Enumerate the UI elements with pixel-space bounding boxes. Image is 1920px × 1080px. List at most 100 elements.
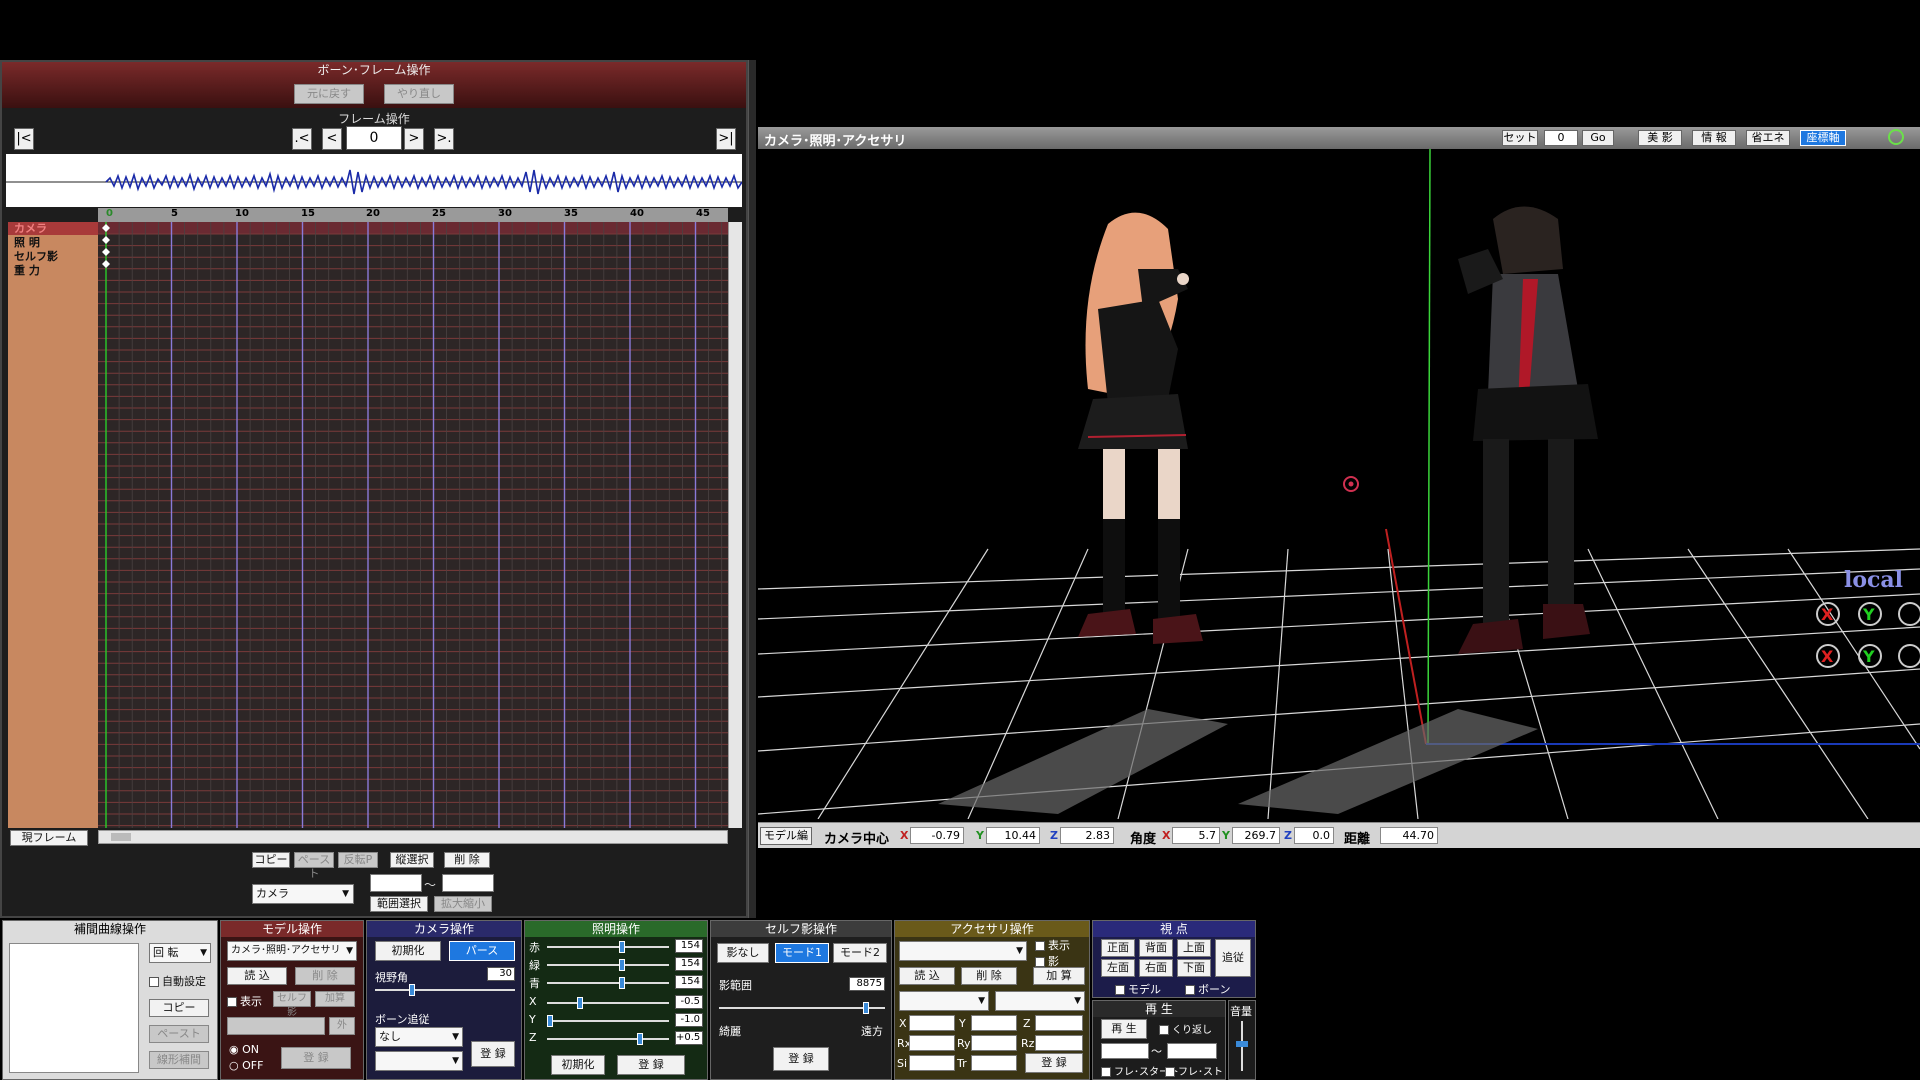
timeline-vertical-scrollbar[interactable] bbox=[728, 222, 742, 828]
first-frame-button[interactable]: |< bbox=[14, 128, 34, 150]
set-button[interactable]: セット bbox=[1502, 130, 1538, 146]
frame-stop-checkbox[interactable]: フレ･ストップ bbox=[1165, 1063, 1225, 1080]
shadow-register-button[interactable]: 登 録 bbox=[773, 1047, 829, 1071]
next-frame-button[interactable]: > bbox=[404, 128, 424, 150]
range-select-button[interactable]: 範囲選択 bbox=[370, 896, 428, 912]
next-key-button[interactable]: >. bbox=[434, 128, 454, 150]
repeat-checkbox[interactable]: くり返し bbox=[1159, 1021, 1212, 1036]
beauty-shadow-button[interactable]: 美 影 bbox=[1638, 130, 1682, 146]
timeline-horizontal-scrollbar[interactable] bbox=[98, 830, 728, 844]
view-right-button[interactable]: 右面 bbox=[1139, 959, 1173, 977]
accessory-select[interactable]: ▼ bbox=[899, 941, 1027, 961]
slider-knob[interactable] bbox=[619, 941, 625, 953]
keyframe-marker[interactable] bbox=[102, 248, 110, 256]
accessory-parent-model-select[interactable]: ▼ bbox=[899, 991, 989, 1011]
scroll-thumb[interactable] bbox=[111, 833, 131, 841]
green-value[interactable]: 154 bbox=[675, 957, 703, 971]
model-edit-button[interactable]: モデル編 bbox=[760, 827, 812, 845]
keyframe-marker[interactable] bbox=[102, 236, 110, 244]
target-select[interactable]: カメラ ▼ bbox=[252, 884, 354, 904]
3d-viewport[interactable]: local X Y X Y bbox=[758, 149, 1920, 819]
vertical-select-button[interactable]: 縦選択 bbox=[390, 852, 434, 868]
range-end-input[interactable] bbox=[442, 874, 494, 892]
distance-value[interactable]: 44.70 bbox=[1380, 827, 1438, 844]
interp-copy-button[interactable]: コピー bbox=[149, 999, 209, 1017]
view-model-checkbox[interactable]: モデル bbox=[1115, 981, 1161, 997]
panel-splitter[interactable] bbox=[748, 60, 756, 918]
acc-si-input[interactable] bbox=[909, 1055, 955, 1071]
frame-jump-input[interactable]: 0 bbox=[1544, 130, 1578, 146]
outer-parent-button[interactable]: 外 bbox=[329, 1017, 355, 1035]
info-button[interactable]: 情 報 bbox=[1692, 130, 1736, 146]
accessory-delete-button[interactable]: 削 除 bbox=[961, 967, 1017, 985]
accessory-display-checkbox[interactable]: 表示 bbox=[1035, 937, 1070, 953]
acc-rx-input[interactable] bbox=[909, 1035, 955, 1051]
shadow-none-button[interactable]: 影なし bbox=[717, 943, 769, 963]
acc-z-input[interactable] bbox=[1035, 1015, 1083, 1031]
view-follow-button[interactable]: 追従 bbox=[1215, 939, 1251, 977]
zoom-button[interactable]: 拡大縮小 bbox=[434, 896, 492, 912]
ang-z-value[interactable]: 0.0 bbox=[1294, 827, 1334, 844]
track-camera-label[interactable]: カメラ bbox=[14, 222, 47, 235]
accessory-register-button[interactable]: 登 録 bbox=[1025, 1053, 1083, 1073]
fov-slider[interactable] bbox=[375, 984, 515, 996]
copy-button[interactable]: コピー bbox=[252, 852, 290, 868]
view-bone-checkbox[interactable]: ボーン bbox=[1185, 981, 1230, 997]
bone-follow-bone-select[interactable]: ▼ bbox=[375, 1051, 463, 1071]
play-start-input[interactable] bbox=[1101, 1043, 1149, 1059]
slider-knob[interactable] bbox=[409, 984, 415, 996]
accessory-parent-bone-select[interactable]: ▼ bbox=[995, 991, 1085, 1011]
ang-x-value[interactable]: 5.7 bbox=[1172, 827, 1220, 844]
ang-y-value[interactable]: 269.7 bbox=[1232, 827, 1280, 844]
light-y-slider[interactable] bbox=[547, 1015, 669, 1027]
cam-y-value[interactable]: 10.44 bbox=[986, 827, 1040, 844]
camera-register-button[interactable]: 登 録 bbox=[471, 1041, 515, 1067]
acc-ry-input[interactable] bbox=[971, 1035, 1017, 1051]
current-frame-button[interactable]: 現フレーム bbox=[10, 830, 88, 846]
off-radio[interactable]: ○ OFF bbox=[229, 1059, 263, 1072]
keyframe-marker[interactable] bbox=[102, 260, 110, 268]
shadow-range-value[interactable]: 8875 bbox=[849, 977, 885, 991]
perspective-button[interactable]: パース bbox=[449, 941, 515, 961]
zoom-lens-icon[interactable] bbox=[1888, 129, 1904, 145]
eco-button[interactable]: 省エネ bbox=[1746, 130, 1790, 146]
play-button[interactable]: 再 生 bbox=[1101, 1019, 1147, 1039]
red-value[interactable]: 154 bbox=[675, 939, 703, 953]
volume-slider[interactable] bbox=[1236, 1021, 1248, 1071]
auto-setting-checkbox[interactable]: 自動設定 bbox=[149, 973, 206, 989]
light-x-slider[interactable] bbox=[547, 997, 669, 1009]
view-back-button[interactable]: 背面 bbox=[1139, 939, 1173, 957]
slider-knob[interactable] bbox=[619, 977, 625, 989]
undo-button[interactable]: 元に戻す bbox=[294, 84, 364, 104]
accessory-add-button[interactable]: 加 算 bbox=[1033, 967, 1085, 985]
cam-z-value[interactable]: 2.83 bbox=[1060, 827, 1114, 844]
light-init-button[interactable]: 初期化 bbox=[551, 1055, 605, 1075]
model-self-shadow-button[interactable]: セルフ影 bbox=[273, 991, 311, 1018]
current-frame-input[interactable]: 0 bbox=[346, 126, 402, 150]
acc-y-input[interactable] bbox=[971, 1015, 1017, 1031]
model-add-button[interactable]: 加算 bbox=[315, 991, 355, 1007]
light-z-value[interactable]: +0.5 bbox=[675, 1031, 703, 1045]
track-gravity-label[interactable]: 重 力 bbox=[14, 264, 40, 277]
last-frame-button[interactable]: >| bbox=[716, 128, 736, 150]
prev-key-button[interactable]: .< bbox=[292, 128, 312, 150]
red-slider[interactable] bbox=[547, 941, 669, 953]
fov-value[interactable]: 30 bbox=[487, 967, 515, 981]
slider-knob[interactable] bbox=[547, 1015, 553, 1027]
track-self-shadow-label[interactable]: セルフ影 bbox=[14, 250, 58, 263]
keyframe-grid[interactable] bbox=[98, 222, 736, 828]
interp-paste-button[interactable]: ペースト bbox=[149, 1025, 209, 1043]
shadow-mode1-button[interactable]: モード1 bbox=[775, 943, 829, 963]
blue-value[interactable]: 154 bbox=[675, 975, 703, 989]
blue-slider[interactable] bbox=[547, 977, 669, 989]
model-delete-button[interactable]: 削 除 bbox=[295, 967, 355, 985]
light-x-value[interactable]: -0.5 bbox=[675, 995, 703, 1009]
linear-interp-button[interactable]: 線形補間 bbox=[149, 1051, 209, 1069]
model-display-checkbox[interactable]: 表示 bbox=[227, 993, 262, 1009]
slider-knob[interactable] bbox=[619, 959, 625, 971]
light-y-value[interactable]: -1.0 bbox=[675, 1013, 703, 1027]
cam-x-value[interactable]: -0.79 bbox=[910, 827, 964, 844]
accessory-load-button[interactable]: 読 込 bbox=[899, 967, 955, 985]
view-bottom-button[interactable]: 下面 bbox=[1177, 959, 1211, 977]
slider-knob[interactable] bbox=[863, 1002, 869, 1014]
